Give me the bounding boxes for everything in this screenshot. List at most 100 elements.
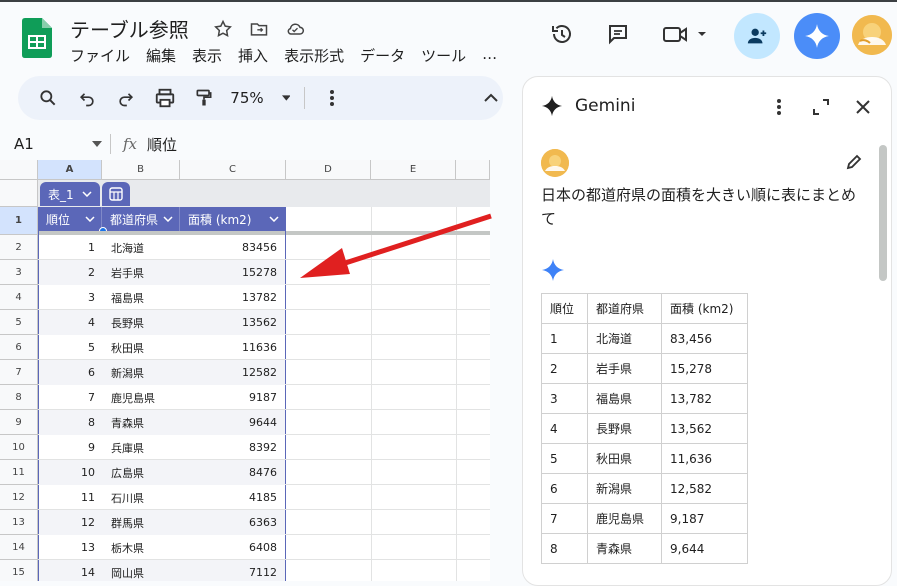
redo-icon[interactable]	[114, 85, 139, 111]
table-row[interactable]: 3 福島県 13782	[39, 285, 285, 310]
table-row[interactable]: 14 岡山県 7112	[39, 560, 285, 581]
cell-area[interactable]: 15278	[181, 260, 285, 285]
menu-tools[interactable]: ツール	[421, 45, 466, 66]
column-header-f[interactable]	[456, 160, 490, 180]
more-vert-icon[interactable]	[319, 85, 344, 111]
cell-area[interactable]: 7112	[181, 560, 285, 581]
formula-input[interactable]: 順位	[147, 134, 177, 155]
cell-area[interactable]: 9187	[181, 385, 285, 410]
undo-icon[interactable]	[75, 85, 100, 111]
history-icon[interactable]	[542, 14, 582, 54]
table-row[interactable]: 13 栃木県 6408	[39, 535, 285, 560]
row-header[interactable]: 11	[0, 460, 38, 485]
cell-rank[interactable]: 2	[39, 260, 103, 285]
cell-area[interactable]: 13782	[181, 285, 285, 310]
cell-prefecture[interactable]: 広島県	[103, 460, 181, 485]
table-row[interactable]: 7 鹿児島県 9187	[39, 385, 285, 410]
menu-more[interactable]: …	[482, 45, 497, 66]
table-row[interactable]: 1 北海道 83456	[39, 235, 285, 260]
column-header-e[interactable]: E	[371, 160, 456, 180]
cell-area[interactable]: 9644	[181, 410, 285, 435]
cell-rank[interactable]: 14	[39, 560, 103, 581]
cell-area[interactable]: 12582	[181, 360, 285, 385]
move-folder-icon[interactable]	[246, 16, 272, 42]
row-header[interactable]: 6	[0, 335, 38, 360]
cell-prefecture[interactable]: 兵庫県	[103, 435, 181, 460]
row-header[interactable]: 8	[0, 385, 38, 410]
row-header[interactable]: 1	[0, 207, 38, 235]
cell-prefecture[interactable]: 秋田県	[103, 335, 181, 360]
cell-rank[interactable]: 3	[39, 285, 103, 310]
document-title[interactable]: テーブル参照	[70, 14, 189, 43]
cell-prefecture[interactable]: 石川県	[103, 485, 181, 510]
zoom-select[interactable]: 75%	[230, 89, 291, 107]
table-row[interactable]: 5 秋田県 11636	[39, 335, 285, 360]
cell-prefecture[interactable]: 青森県	[103, 410, 181, 435]
name-box[interactable]: A1	[0, 135, 110, 153]
cell-area[interactable]: 8476	[181, 460, 285, 485]
row-header[interactable]: 4	[0, 285, 38, 310]
cell-prefecture[interactable]: 岩手県	[103, 260, 181, 285]
column-header-a[interactable]: A	[38, 160, 102, 180]
row-header[interactable]: 14	[0, 535, 38, 560]
row-header[interactable]: 5	[0, 310, 38, 335]
paint-format-icon[interactable]	[191, 85, 216, 111]
cell-area[interactable]: 8392	[181, 435, 285, 460]
close-icon[interactable]	[851, 95, 875, 119]
gemini-button[interactable]	[794, 13, 840, 59]
column-header-d[interactable]: D	[286, 160, 371, 180]
table-row[interactable]: 8 青森県 9644	[39, 410, 285, 435]
cell-rank[interactable]: 1	[39, 235, 103, 260]
cell-rank[interactable]: 10	[39, 460, 103, 485]
cell-area[interactable]: 6363	[181, 510, 285, 535]
cell-rank[interactable]: 12	[39, 510, 103, 535]
collapse-menus-icon[interactable]	[478, 85, 503, 111]
menu-insert[interactable]: 挿入	[238, 45, 268, 66]
cell-rank[interactable]: 13	[39, 535, 103, 560]
cell-rank[interactable]: 6	[39, 360, 103, 385]
menu-data[interactable]: データ	[360, 45, 405, 66]
table-settings-icon[interactable]	[102, 182, 130, 206]
account-avatar[interactable]	[852, 15, 892, 55]
edit-prompt-icon[interactable]	[845, 153, 863, 175]
menu-format[interactable]: 表示形式	[284, 45, 344, 66]
cell-rank[interactable]: 4	[39, 310, 103, 335]
cell-prefecture[interactable]: 栃木県	[103, 535, 181, 560]
column-header-b[interactable]: B	[102, 160, 180, 180]
row-header[interactable]: 10	[0, 435, 38, 460]
cloud-saved-icon[interactable]	[282, 16, 308, 42]
menu-edit[interactable]: 編集	[146, 45, 176, 66]
table-header-rank[interactable]: 順位	[38, 207, 102, 231]
table-row[interactable]: 9 兵庫県 8392	[39, 435, 285, 460]
cell-prefecture[interactable]: 北海道	[103, 235, 181, 260]
cell-prefecture[interactable]: 岡山県	[103, 560, 181, 581]
table-row[interactable]: 10 広島県 8476	[39, 460, 285, 485]
cell-rank[interactable]: 11	[39, 485, 103, 510]
table-name-chip[interactable]: 表_1	[40, 182, 100, 206]
table-header-prefecture[interactable]: 都道府県	[102, 207, 180, 231]
sheets-logo-icon[interactable]	[22, 18, 52, 58]
expand-icon[interactable]	[809, 95, 833, 119]
meet-icon[interactable]	[658, 14, 714, 54]
star-icon[interactable]	[210, 16, 236, 42]
cell-area[interactable]: 13562	[181, 310, 285, 335]
table-row[interactable]: 2 岩手県 15278	[39, 260, 285, 285]
more-vert-icon[interactable]	[767, 95, 791, 119]
row-header[interactable]: 12	[0, 485, 38, 510]
cell-rank[interactable]: 5	[39, 335, 103, 360]
table-row[interactable]: 11 石川県 4185	[39, 485, 285, 510]
row-header[interactable]: 9	[0, 410, 38, 435]
cell-prefecture[interactable]: 鹿児島県	[103, 385, 181, 410]
comments-icon[interactable]	[598, 14, 638, 54]
row-header[interactable]: 15	[0, 560, 38, 581]
menu-view[interactable]: 表示	[192, 45, 222, 66]
cell-prefecture[interactable]: 長野県	[103, 310, 181, 335]
cell-rank[interactable]: 7	[39, 385, 103, 410]
panel-scrollbar[interactable]	[879, 145, 887, 281]
cell-prefecture[interactable]: 福島県	[103, 285, 181, 310]
cell-area[interactable]: 83456	[181, 235, 285, 260]
cell-rank[interactable]: 9	[39, 435, 103, 460]
select-all-corner[interactable]	[0, 160, 38, 180]
column-header-c[interactable]: C	[180, 160, 286, 180]
share-button[interactable]	[734, 13, 780, 59]
